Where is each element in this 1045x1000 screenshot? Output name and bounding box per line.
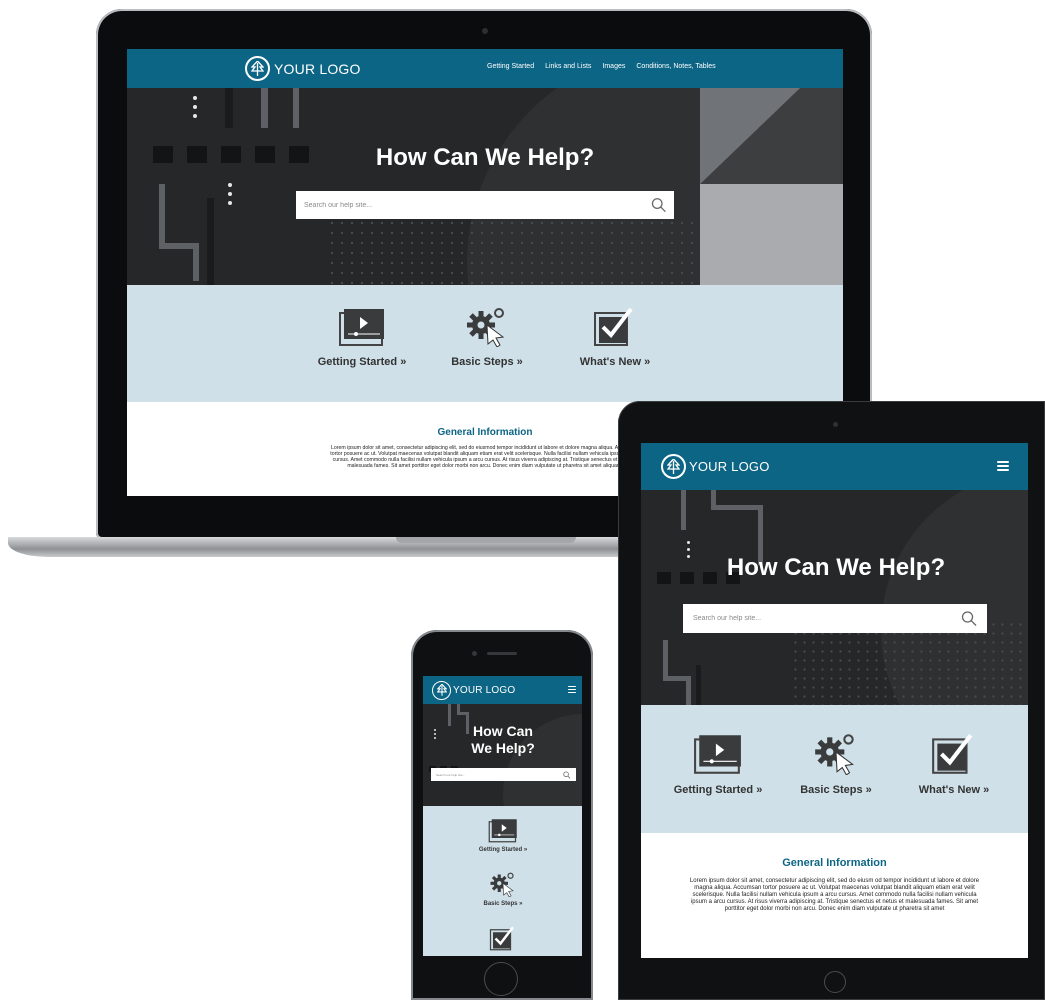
phone-screen: YOUR LOGO How Can We Help? Search our he… bbox=[423, 676, 582, 956]
search-icon[interactable] bbox=[961, 610, 977, 627]
gear-cursor-icon bbox=[815, 734, 854, 776]
search-input[interactable] bbox=[304, 201, 651, 209]
laptop-hinge-notch bbox=[396, 537, 576, 543]
hero-deco-bar bbox=[193, 243, 199, 281]
search-icon[interactable] bbox=[563, 771, 571, 779]
phone-hero: How Can We Help? bbox=[423, 704, 582, 806]
search-bar[interactable] bbox=[296, 191, 674, 219]
hero-title-line1: How Can bbox=[473, 723, 533, 739]
hero-deco-bar bbox=[686, 676, 691, 705]
hero-deco-bar bbox=[207, 198, 214, 285]
category-label: What's New » bbox=[918, 784, 990, 796]
search-input[interactable] bbox=[693, 615, 961, 622]
tree-logo-icon bbox=[245, 56, 270, 81]
category-label: Basic Steps » bbox=[451, 356, 523, 368]
checkbox-icon bbox=[489, 926, 514, 951]
phone-navbar: YOUR LOGO bbox=[423, 676, 582, 704]
hero-deco-bar bbox=[663, 640, 668, 680]
search-icon[interactable] bbox=[651, 197, 666, 213]
nav-link-conditions-notes-tables[interactable]: Conditions, Notes, Tables bbox=[636, 63, 715, 70]
category-basic-steps[interactable]: Basic Steps » bbox=[453, 872, 553, 907]
laptop-navbar: YOUR LOGO Getting Started Links and List… bbox=[127, 49, 843, 88]
gear-cursor-icon bbox=[490, 872, 514, 898]
category-whats-new[interactable]: What's New » bbox=[565, 307, 665, 368]
vertical-dots-icon bbox=[434, 729, 436, 739]
category-label: Getting Started » bbox=[317, 356, 407, 368]
search-bar[interactable] bbox=[431, 768, 576, 781]
category-getting-started[interactable]: Getting Started » bbox=[307, 307, 417, 368]
hero-deco-bar bbox=[159, 184, 165, 247]
laptop-hero: How Can We Help? bbox=[127, 88, 843, 285]
vertical-dots-icon bbox=[193, 96, 197, 118]
logo-text: YOUR LOGO bbox=[453, 684, 516, 696]
category-getting-started[interactable]: Getting Started » bbox=[663, 733, 773, 796]
info-paragraph: Lorem ipsum dolor sit amet, consectetur … bbox=[330, 445, 640, 469]
tablet-categories: Getting Started » Basic Steps » What's N… bbox=[641, 705, 1028, 833]
laptop-nav-links: Getting Started Links and Lists Images C… bbox=[487, 63, 716, 70]
hero-deco-bar bbox=[261, 88, 268, 128]
info-title: General Information bbox=[782, 857, 887, 869]
checkbox-icon bbox=[594, 307, 633, 346]
tree-logo-icon bbox=[661, 454, 686, 479]
tablet-camera bbox=[833, 422, 838, 427]
info-paragraph: Lorem ipsum dolor sit amet, consectetur … bbox=[689, 878, 980, 912]
phone-logo[interactable]: YOUR LOGO bbox=[432, 680, 515, 700]
category-basic-steps[interactable]: Basic Steps » bbox=[437, 307, 537, 368]
category-getting-started[interactable]: Getting Started » bbox=[453, 818, 553, 853]
nav-link-images[interactable]: Images bbox=[602, 63, 625, 70]
checkbox-icon bbox=[932, 733, 973, 774]
tablet-general-info: General Information Lorem ipsum dolor si… bbox=[641, 833, 1028, 958]
video-play-icon bbox=[339, 309, 384, 346]
tablet-home-button[interactable] bbox=[824, 971, 846, 993]
category-label: Getting Started » bbox=[478, 847, 528, 853]
tablet-logo[interactable]: YOUR LOGO bbox=[661, 454, 770, 479]
phone-categories: Getting Started » Basic Steps » bbox=[423, 806, 582, 956]
laptop-categories: Getting Started » Basic Steps » What's N… bbox=[127, 285, 843, 402]
nav-link-links-and-lists[interactable]: Links and Lists bbox=[545, 63, 591, 70]
category-label: Getting Started » bbox=[673, 784, 763, 796]
category-basic-steps[interactable]: Basic Steps » bbox=[786, 733, 886, 796]
hero-deco-bar bbox=[711, 505, 763, 510]
hero-deco-bar bbox=[293, 88, 299, 128]
phone-camera bbox=[472, 651, 477, 656]
logo-text: YOUR LOGO bbox=[689, 459, 770, 474]
hero-deco-bar bbox=[448, 704, 451, 726]
phone-home-button[interactable] bbox=[484, 962, 518, 996]
hero-title-line2: We Help? bbox=[471, 740, 535, 756]
tablet-screen: YOUR LOGO How Can We Help? Search our he… bbox=[641, 443, 1028, 958]
hero-geometric-panel bbox=[700, 88, 843, 285]
hero-dot-pattern bbox=[327, 218, 697, 285]
category-label: Basic Steps » bbox=[483, 901, 523, 907]
laptop-logo[interactable]: YOUR LOGO bbox=[245, 56, 361, 81]
hero-deco-squares bbox=[153, 146, 309, 163]
gear-cursor-icon bbox=[467, 308, 505, 348]
laptop-camera bbox=[482, 28, 488, 34]
hamburger-menu-icon[interactable] bbox=[568, 686, 576, 693]
hero-title: How Can We Help? bbox=[375, 144, 595, 171]
search-bar[interactable] bbox=[683, 604, 987, 633]
category-label: What's New » bbox=[579, 356, 651, 368]
category-label: Basic Steps » bbox=[800, 784, 872, 796]
hero-deco-bar bbox=[225, 88, 233, 128]
hero-deco-bar bbox=[696, 665, 701, 705]
tablet-hero: How Can We Help? bbox=[641, 490, 1028, 705]
category-whats-new[interactable] bbox=[453, 926, 553, 953]
video-play-icon bbox=[694, 735, 741, 774]
hero-deco-bar bbox=[681, 490, 686, 530]
tablet-navbar: YOUR LOGO bbox=[641, 443, 1028, 490]
tree-logo-icon bbox=[432, 680, 451, 700]
hero-title: How Can We Help? bbox=[726, 554, 946, 581]
video-play-icon bbox=[488, 819, 517, 843]
logo-text: YOUR LOGO bbox=[274, 60, 361, 77]
search-input[interactable] bbox=[436, 772, 564, 777]
vertical-dots-icon bbox=[228, 183, 232, 205]
phone-speaker bbox=[487, 652, 517, 655]
hamburger-menu-icon[interactable] bbox=[997, 461, 1009, 471]
nav-link-getting-started[interactable]: Getting Started bbox=[487, 63, 534, 70]
category-whats-new[interactable]: What's New » bbox=[904, 733, 1004, 796]
